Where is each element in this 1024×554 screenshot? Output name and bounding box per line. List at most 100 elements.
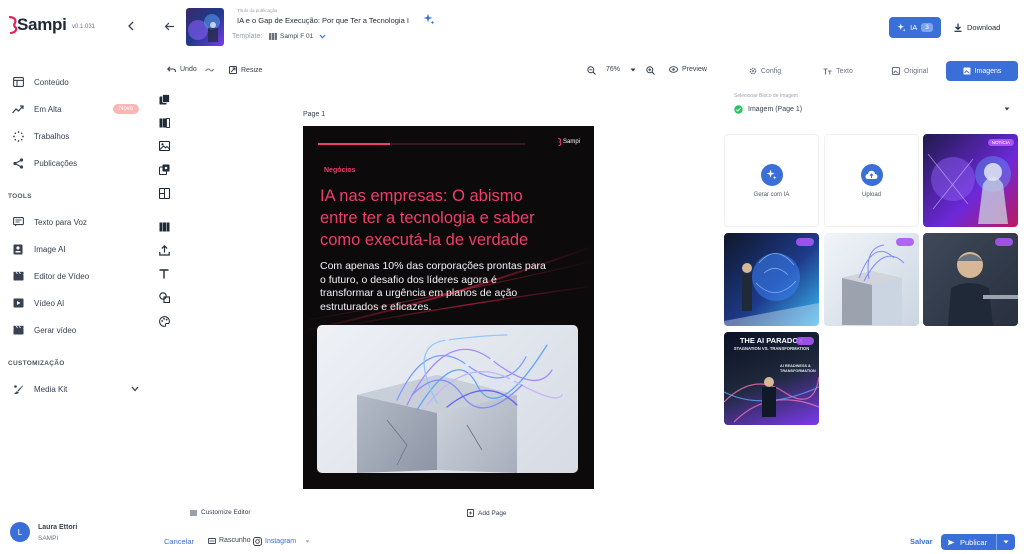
zoom-select[interactable]: 76% (606, 66, 636, 73)
undo-button[interactable]: Undo (167, 66, 197, 73)
customizacao-section-title: CUSTOMIZAÇÃO (8, 360, 65, 367)
template-select[interactable]: Sampi F 01 (269, 33, 326, 40)
sparkle-dots-icon (12, 130, 24, 142)
undo-label: Undo (180, 66, 197, 73)
cancel-button[interactable]: Cancelar (164, 537, 194, 546)
tile-tag-pill (796, 337, 814, 345)
sidebar-item-gerar-video[interactable]: Gerar vídeo (12, 320, 142, 340)
sidebar-item-conteudo[interactable]: Conteúdo (12, 72, 142, 92)
caret-down-icon (630, 68, 636, 72)
palette-icon[interactable] (159, 316, 170, 327)
customize-editor-button[interactable]: Customize Editor (190, 509, 251, 516)
page-label: Page 1 (303, 111, 326, 118)
sidebar-item-label: Em Alta (34, 104, 62, 114)
back-arrow-icon[interactable] (164, 22, 175, 31)
title-field-label: Título da publicação (237, 8, 278, 13)
image-thumb-3[interactable] (824, 233, 919, 326)
preview-label: Preview (682, 66, 707, 73)
sidebar-item-texto-para-voz[interactable]: Texto para Voz (12, 212, 142, 232)
tile-badge: NOTÍCIA (987, 139, 1014, 146)
publish-divider (996, 534, 997, 550)
image-block-select[interactable]: Imagem (Page 1) (734, 102, 1010, 116)
sidebar-item-editor-de-video[interactable]: Editor de Vídeo (12, 266, 142, 286)
sidebar-item-image-ai[interactable]: Image AI (12, 239, 142, 259)
redo-icon[interactable] (205, 67, 214, 73)
image-block-select-label: Selecionar Bloco de Imagem (734, 93, 798, 99)
shapes-icon[interactable] (159, 292, 170, 303)
sidebar: Sampi v0.1.031 Conteúdo Em Alta Novo Tra… (0, 0, 148, 554)
upload-label: Upload (861, 191, 881, 198)
check-circle-icon (734, 104, 743, 114)
sidebar-item-media-kit[interactable]: Media Kit (12, 379, 142, 399)
caret-down-icon[interactable] (1003, 540, 1009, 544)
ai-sparkle-icon (897, 23, 906, 32)
user-name: Laura Ettori (38, 524, 78, 531)
publish-button[interactable]: Publicar (941, 534, 1015, 550)
avatar[interactable]: L (10, 522, 30, 542)
stickers-icon[interactable] (159, 164, 170, 175)
resize-button[interactable]: Resize (229, 66, 262, 74)
layout-icon[interactable] (159, 188, 170, 199)
sidebar-item-trabalhos[interactable]: Trabalhos (12, 126, 142, 146)
instagram-label: Instagram (265, 538, 297, 545)
user-org: SAMPI (38, 535, 59, 542)
generate-ai-tile[interactable]: Gerar com IA (724, 134, 819, 227)
sidebar-item-label: Media Kit (34, 384, 68, 394)
draft-button[interactable]: Rascunho (208, 537, 251, 544)
preview-button[interactable]: Preview (669, 66, 707, 73)
collapse-sidebar-icon[interactable] (127, 21, 135, 31)
publication-thumbnail[interactable] (186, 8, 224, 46)
tab-config[interactable]: Config (735, 61, 795, 81)
undo-icon (167, 66, 176, 73)
ia-button[interactable]: IA 3 (889, 17, 941, 38)
image-ai-icon (12, 243, 24, 255)
zoom-in-icon[interactable] (646, 66, 655, 75)
poster-category: Negócios (324, 167, 356, 174)
download-button[interactable]: Download (954, 23, 1000, 32)
upload-tile[interactable]: Upload (824, 134, 919, 227)
image-thumb-5[interactable]: THE AI PARADOX STAGNATION VS. TRANSFORMA… (724, 332, 819, 425)
pages-icon[interactable] (159, 118, 170, 128)
image-icon[interactable] (159, 141, 170, 151)
templates-icon[interactable] (159, 222, 170, 232)
add-page-icon (467, 509, 474, 517)
clapper-icon (12, 270, 24, 282)
chevron-down-icon (131, 386, 139, 392)
app-name: Sampi (17, 15, 67, 34)
text-tool-icon[interactable] (159, 269, 169, 279)
sidebar-item-publicacoes[interactable]: Publicações (12, 153, 142, 173)
sidebar-item-label: Conteúdo (34, 77, 69, 87)
tab-imagens[interactable]: Imagens (946, 61, 1018, 81)
sidebar-item-em-alta[interactable]: Em Alta Novo (12, 99, 142, 119)
save-button[interactable]: Salvar (910, 537, 933, 546)
sidebar-item-video-ai[interactable]: Vídeo AI (12, 293, 142, 313)
sidebar-item-label: Editor de Vídeo (34, 271, 90, 281)
caret-down-icon (305, 540, 310, 543)
poster-canvas[interactable]: Sampi Negócios IA nas empresas: O abismo… (303, 126, 594, 489)
ai-sparkle-icon (760, 163, 783, 186)
image-icon (891, 67, 900, 75)
image-thumb-2[interactable] (724, 233, 819, 326)
upload-icon[interactable] (159, 245, 170, 256)
add-page-button[interactable]: Add Page (467, 509, 507, 517)
ai-sparkle-icon[interactable] (423, 13, 435, 25)
instagram-select[interactable]: Instagram (253, 537, 310, 546)
zoom-out-icon[interactable] (587, 66, 596, 75)
poster-subtitle-line: transformar a urgência em planos de ação (320, 287, 518, 299)
cloud-upload-icon (860, 163, 883, 186)
poster-main-image[interactable] (317, 325, 578, 473)
tab-texto[interactable]: Texto (808, 61, 868, 81)
image-thumb-4[interactable] (923, 233, 1018, 326)
tab-original[interactable]: Original (880, 61, 940, 81)
tab-label: Config (760, 67, 782, 75)
image-thumb-1[interactable]: NOTÍCIA (923, 134, 1018, 227)
poster-title: IA nas empresas: O abismo entre ter a te… (320, 185, 535, 251)
instagram-icon (253, 537, 262, 546)
doc-title-input[interactable]: IA e o Gap de Execução: Por que Ter a Te… (237, 16, 421, 25)
generate-ai-label: Gerar com IA (753, 191, 790, 198)
progress-fill (318, 143, 390, 145)
cards-icon[interactable] (159, 94, 170, 105)
sidebar-item-label: Image AI (34, 244, 66, 254)
download-label: Download (967, 23, 1001, 32)
draft-label: Rascunho (219, 537, 251, 544)
